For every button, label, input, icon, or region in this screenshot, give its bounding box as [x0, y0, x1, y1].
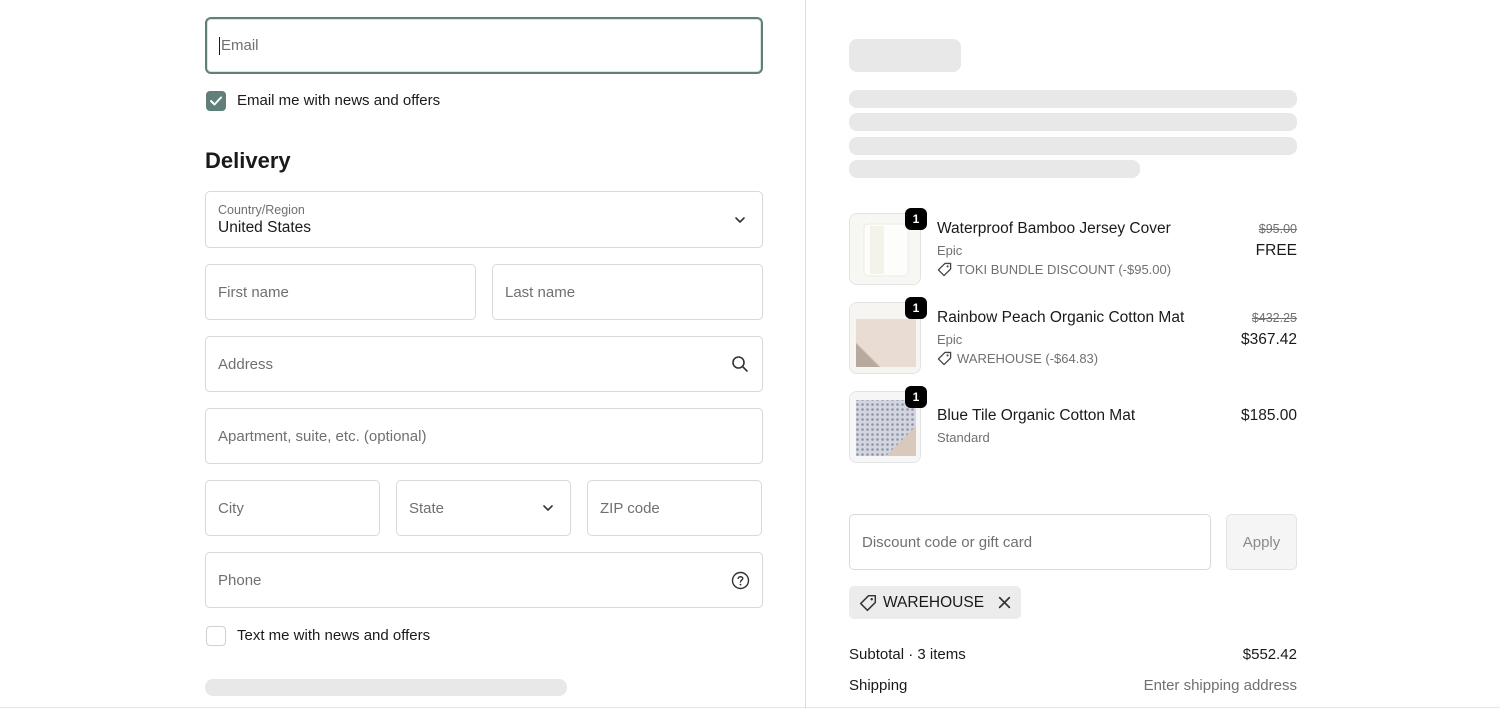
email-input[interactable]: Email	[205, 17, 763, 74]
last-name-placeholder: Last name	[505, 283, 576, 301]
applied-discount-chip: WAREHOUSE	[849, 586, 1022, 619]
quantity-badge: 1	[905, 297, 927, 319]
item-original-price: $432.25	[1251, 311, 1297, 325]
loading-skeleton	[849, 160, 1140, 178]
sms-checkbox[interactable]	[206, 626, 226, 646]
chevron-down-icon	[526, 481, 570, 535]
subtotal-row: Subtotal · 3 items $552.42	[849, 646, 1297, 663]
check-icon	[210, 96, 222, 106]
checkout-form: Email Email me with news and offers Deli…	[0, 0, 806, 709]
shipping-row: Shipping Enter shipping address	[849, 677, 1297, 694]
item-discount-text: WAREHOUSE (-$64.83)	[957, 351, 1099, 366]
item-variant: Epic	[937, 332, 963, 347]
loading-skeleton	[849, 90, 1297, 108]
applied-discount-code: WAREHOUSE	[883, 593, 985, 611]
last-name-input[interactable]: Last name	[492, 264, 763, 320]
loading-skeleton	[849, 39, 961, 72]
item-discount-text: TOKI BUNDLE DISCOUNT (-$95.00)	[957, 262, 1172, 277]
email-placeholder: Email	[221, 37, 259, 54]
item-discount: TOKI BUNDLE DISCOUNT (-$95.00)	[937, 262, 1171, 277]
item-price: $367.42	[1240, 331, 1297, 348]
apartment-placeholder: Apartment, suite, etc. (optional)	[218, 427, 427, 445]
item-price: FREE	[1255, 242, 1297, 259]
country-label: Country/Region	[218, 202, 305, 217]
item-variant: Standard	[937, 430, 990, 445]
country-value: United States	[218, 218, 312, 236]
country-select[interactable]: Country/Region United States	[205, 191, 763, 248]
apply-discount-button[interactable]: Apply	[1226, 514, 1297, 570]
cart-item: 1 Blue Tile Organic Cotton Mat Standard …	[849, 386, 1297, 465]
item-original-price: $95.00	[1258, 222, 1297, 236]
apartment-input[interactable]: Apartment, suite, etc. (optional)	[205, 408, 763, 464]
item-variant: Epic	[937, 243, 963, 258]
text-caret	[219, 36, 220, 55]
loading-skeleton	[849, 113, 1297, 131]
address-input[interactable]: Address	[205, 336, 763, 392]
sms-label: Text me with news and offers	[237, 627, 431, 644]
tag-icon	[937, 351, 952, 366]
item-discount: WAREHOUSE (-$64.83)	[937, 351, 1098, 366]
quantity-badge: 1	[905, 386, 927, 408]
state-placeholder: State	[409, 499, 445, 517]
marketing-email-label: Email me with news and offers	[237, 92, 441, 109]
shipping-value: Enter shipping address	[1143, 677, 1297, 694]
city-input[interactable]: City	[205, 480, 380, 536]
help-circle-icon[interactable]	[718, 553, 762, 607]
city-placeholder: City	[218, 499, 244, 517]
address-placeholder: Address	[218, 355, 274, 373]
discount-code-placeholder: Discount code or gift card	[862, 533, 1033, 551]
first-name-input[interactable]: First name	[205, 264, 476, 320]
loading-skeleton	[205, 679, 567, 696]
cart-item: 1 Waterproof Bamboo Jersey Cover Epic TO…	[849, 208, 1297, 287]
item-name: Waterproof Bamboo Jersey Cover	[937, 220, 1171, 237]
loading-skeleton	[849, 137, 1297, 155]
subtotal-label: Subtotal · 3 items	[849, 646, 966, 663]
phone-placeholder: Phone	[218, 571, 262, 589]
item-name: Blue Tile Organic Cotton Mat	[937, 407, 1136, 424]
subtotal-value: $552.42	[1242, 646, 1297, 663]
close-icon[interactable]	[998, 596, 1011, 609]
delivery-heading: Delivery	[205, 148, 291, 173]
marketing-email-checkbox[interactable]	[206, 91, 226, 111]
tag-icon	[859, 594, 877, 611]
search-icon[interactable]	[718, 337, 762, 391]
chevron-down-icon	[718, 192, 762, 247]
shipping-label: Shipping	[849, 677, 908, 694]
discount-code-input[interactable]: Discount code or gift card	[849, 514, 1211, 570]
column-divider	[805, 0, 806, 709]
zip-input[interactable]: ZIP code	[587, 480, 762, 536]
item-name: Rainbow Peach Organic Cotton Mat	[937, 309, 1185, 326]
item-price: $185.00	[1240, 407, 1297, 424]
quantity-badge: 1	[905, 208, 927, 230]
tag-icon	[937, 262, 952, 277]
state-select[interactable]: State	[396, 480, 571, 536]
bottom-rule	[0, 707, 1500, 708]
zip-placeholder: ZIP code	[600, 499, 660, 517]
first-name-placeholder: First name	[218, 283, 289, 301]
phone-input[interactable]: Phone	[205, 552, 763, 608]
cart-item: 1 Rainbow Peach Organic Cotton Mat Epic …	[849, 297, 1297, 376]
